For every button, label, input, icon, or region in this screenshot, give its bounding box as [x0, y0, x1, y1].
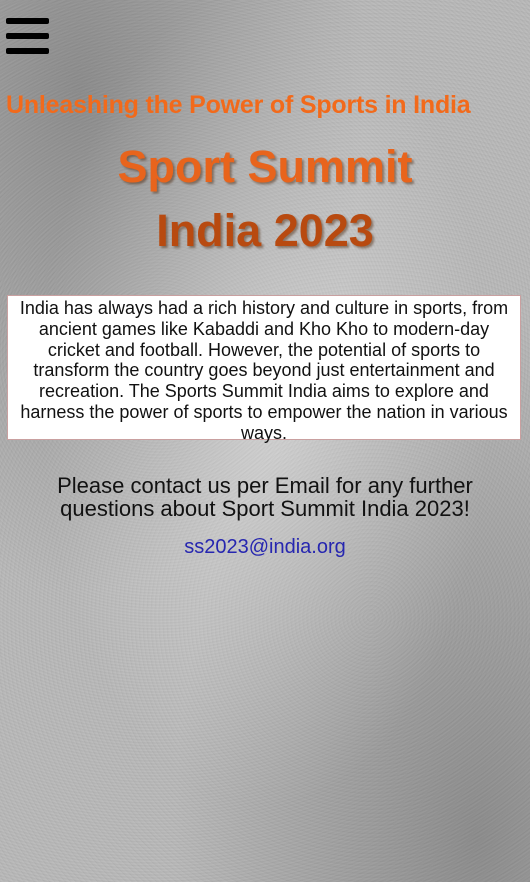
tagline: Unleashing the Power of Sports in India [6, 91, 471, 119]
menu-bar-top [6, 18, 49, 24]
page-title: Sport Summit India 2023 [0, 135, 530, 263]
intro-text: India has always had a rich history and … [19, 298, 509, 443]
contact-text: Please contact us per Email for any furt… [57, 473, 473, 521]
menu-bar-middle [6, 33, 49, 39]
menu-bar-bottom [6, 48, 49, 54]
hamburger-menu-icon[interactable] [6, 18, 49, 56]
title-line-2: India 2023 [156, 205, 374, 256]
intro-text-box: India has always had a rich history and … [7, 295, 521, 443]
email-link[interactable]: ss2023@india.org [0, 536, 530, 559]
title-line-1: Sport Summit [117, 141, 413, 192]
